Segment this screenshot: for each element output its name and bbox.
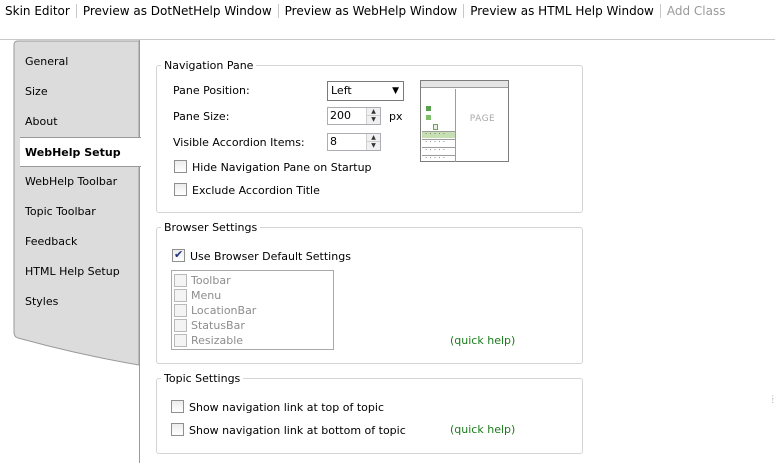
tab-feedback[interactable]: Feedback xyxy=(25,233,77,251)
pane-size-unit: px xyxy=(389,110,403,123)
option-locationbar-checkbox[interactable] xyxy=(174,304,187,317)
nav-link-bottom-checkbox[interactable] xyxy=(171,423,184,436)
hide-nav-pane-checkbox[interactable] xyxy=(174,160,187,173)
use-browser-default-label: Use Browser Default Settings xyxy=(190,250,351,263)
navigation-pane-title: Navigation Pane xyxy=(161,59,257,72)
hide-nav-pane-label: Hide Navigation Pane on Startup xyxy=(192,161,372,174)
spin-down-icon[interactable]: ▼ xyxy=(367,142,380,150)
tab-general[interactable]: General xyxy=(25,53,68,71)
preview-accordion-item: · · · · · xyxy=(422,155,455,162)
tab-topic-toolbar[interactable]: Topic Toolbar xyxy=(25,203,96,221)
pane-size-stepper[interactable]: 200 ▲ ▼ xyxy=(327,107,381,125)
chevron-down-icon: ▼ xyxy=(392,86,399,96)
pane-size-value: 200 xyxy=(330,109,351,122)
preview-webhelp-button[interactable]: Preview as WebHelp Window xyxy=(279,4,464,18)
preview-accordion-item: · · · · · xyxy=(422,147,455,154)
layout-preview-image: · · · · · · · · · · · · · · · · · · · · … xyxy=(420,80,509,162)
preview-accordion-active: · · · · · xyxy=(422,131,455,138)
tab-webhelp-toolbar[interactable]: WebHelp Toolbar xyxy=(25,173,117,191)
preview-dotnethelp-button[interactable]: Preview as DotNetHelp Window xyxy=(77,4,278,18)
option-resizable-checkbox[interactable] xyxy=(174,334,187,347)
spin-down-icon[interactable]: ▼ xyxy=(367,116,380,124)
tab-panel-border xyxy=(139,40,140,463)
pane-position-select[interactable]: Left ▼ xyxy=(327,81,404,101)
option-toolbar-label: Toolbar xyxy=(191,274,231,287)
tab-webhelp-setup[interactable]: WebHelp Setup xyxy=(20,137,141,167)
option-statusbar-checkbox[interactable] xyxy=(174,319,187,332)
use-browser-default-checkbox[interactable] xyxy=(172,248,185,262)
visible-accordion-label: Visible Accordion Items: xyxy=(173,136,305,149)
skin-editor-button[interactable]: Skin Editor xyxy=(0,4,76,18)
tab-panel-shape xyxy=(13,40,140,366)
pane-size-label: Pane Size: xyxy=(173,110,230,123)
stepper-buttons: ▲ ▼ xyxy=(366,134,380,150)
tab-size[interactable]: Size xyxy=(25,83,48,101)
book-open-icon xyxy=(426,115,431,120)
preview-htmlhelp-button[interactable]: Preview as HTML Help Window xyxy=(464,4,660,18)
browser-settings-title: Browser Settings xyxy=(161,221,261,234)
editor-toolbar: Skin Editor Preview as DotNetHelp Window… xyxy=(0,0,775,22)
exclude-accordion-label: Exclude Accordion Title xyxy=(192,184,320,197)
spin-up-icon[interactable]: ▲ xyxy=(367,108,380,116)
preview-nav-pane: · · · · · · · · · · · · · · · · · · · · xyxy=(421,89,456,162)
tab-html-help-setup[interactable]: HTML Help Setup xyxy=(25,263,120,281)
book-icon xyxy=(426,106,431,111)
pane-position-label: Pane Position: xyxy=(173,84,250,97)
option-menu-checkbox[interactable] xyxy=(174,289,187,302)
option-locationbar-label: LocationBar xyxy=(191,304,257,317)
topic-settings-title: Topic Settings xyxy=(161,372,244,385)
stepper-buttons: ▲ ▼ xyxy=(366,108,380,124)
visible-accordion-value: 8 xyxy=(330,135,337,148)
add-class-button[interactable]: Add Class xyxy=(661,4,732,18)
option-statusbar-label: StatusBar xyxy=(191,319,245,332)
tab-about[interactable]: About xyxy=(25,113,58,131)
exclude-accordion-checkbox[interactable] xyxy=(174,183,187,196)
preview-title-bar xyxy=(421,81,508,88)
topic-quick-help-link[interactable]: (quick help) xyxy=(450,423,515,436)
option-menu-label: Menu xyxy=(191,289,222,302)
visible-accordion-stepper[interactable]: 8 ▲ ▼ xyxy=(327,133,381,151)
topic-settings-group xyxy=(156,378,583,454)
nav-link-bottom-label: Show navigation link at bottom of topic xyxy=(189,424,406,437)
nav-link-top-checkbox[interactable] xyxy=(171,400,184,413)
spin-up-icon[interactable]: ▲ xyxy=(367,134,380,142)
nav-link-top-label: Show navigation link at top of topic xyxy=(189,401,384,414)
preview-page-label: PAGE xyxy=(469,114,496,124)
pane-position-value: Left xyxy=(331,84,352,97)
browser-quick-help-link[interactable]: (quick help) xyxy=(450,334,515,347)
option-toolbar-checkbox[interactable] xyxy=(174,274,187,287)
side-tab-panel xyxy=(0,40,140,463)
tab-styles[interactable]: Styles xyxy=(25,293,58,311)
preview-accordion-item: · · · · · xyxy=(422,139,455,146)
option-resizable-label: Resizable xyxy=(191,334,244,347)
resize-grip-icon[interactable]: :: xyxy=(772,394,774,405)
